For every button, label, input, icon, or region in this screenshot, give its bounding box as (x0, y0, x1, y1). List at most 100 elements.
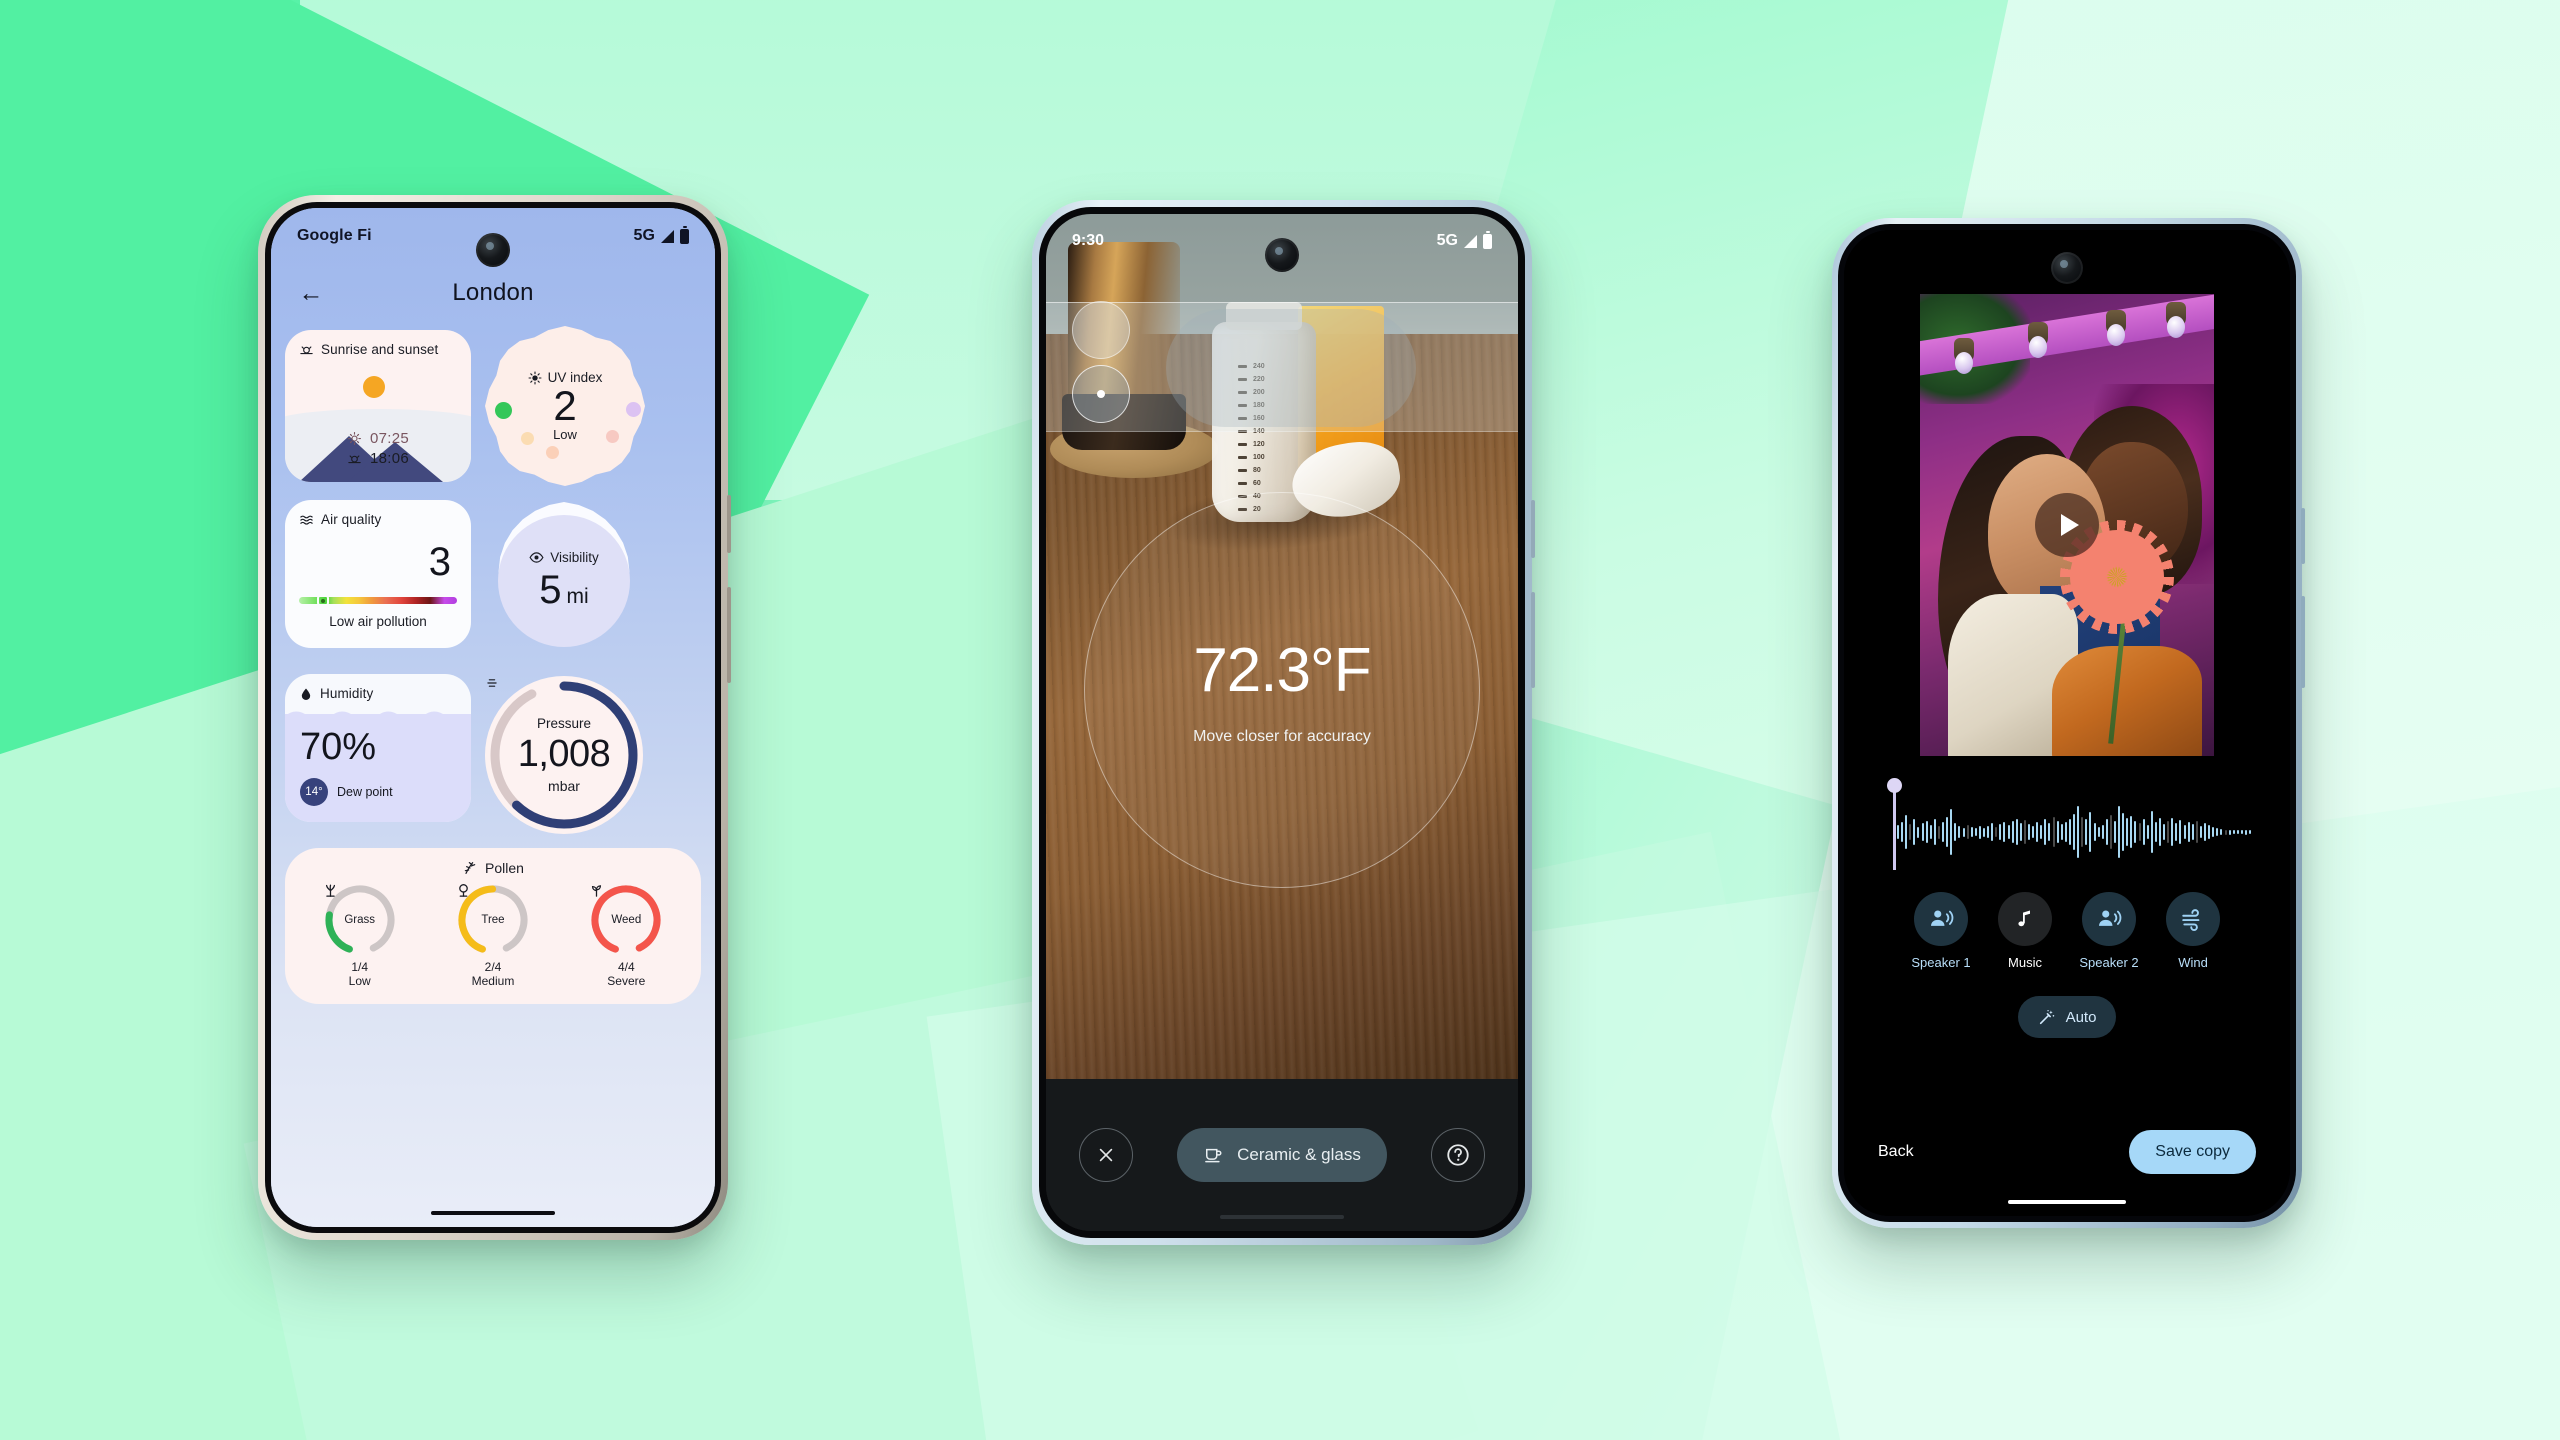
tool-label: Speaker 2 (2079, 955, 2139, 970)
card-uv-index[interactable]: UV index 2 Low (485, 326, 645, 486)
waveform-bar (1937, 825, 1940, 839)
card-sunrise-sunset[interactable]: Sunrise and sunset 07:25 18:06 (285, 330, 471, 482)
waveform-bar (1987, 826, 1990, 838)
waveform-bar (2036, 822, 2039, 842)
waveform-bar (1991, 823, 1994, 841)
waveform-bar (2060, 824, 2063, 840)
tool-wind[interactable]: Wind (2162, 892, 2224, 970)
audio-waveform[interactable] (1883, 778, 2252, 870)
waveform-bar (2195, 821, 2198, 843)
close-button[interactable] (1079, 1128, 1134, 1182)
pollen-item-weed[interactable]: Weed 4/4 Severe (562, 882, 691, 988)
uv-dot-orange (546, 446, 559, 459)
waveform-bar (2077, 806, 2080, 858)
pollen-name: Weed (611, 914, 642, 926)
audio-track-tools: Speaker 1 Music Speaker 2 Wind (1910, 892, 2224, 970)
card-pressure[interactable]: Pressure 1,008 mbar (485, 676, 643, 834)
arrow-left-icon[interactable]: ← (291, 273, 331, 313)
waveform-bar (2183, 825, 2186, 839)
preview-satin-wrap (2052, 646, 2202, 756)
waveform-bar (2085, 819, 2088, 845)
power-button[interactable] (727, 587, 731, 683)
pollen-level: Low (348, 974, 371, 988)
video-preview[interactable] (1920, 294, 2214, 756)
waveform-bar (2224, 829, 2227, 835)
tool-label: Speaker 1 (1911, 955, 1971, 970)
card-visibility[interactable]: Visibility 5 mi (485, 502, 643, 660)
waveform-bar (1962, 827, 1965, 837)
waveform-bar (2019, 823, 2022, 841)
network-label: 5G (1436, 232, 1458, 249)
power-button[interactable] (1531, 592, 1535, 688)
waveform-bar (2232, 830, 2235, 834)
waveform-bar (2142, 819, 2145, 845)
waveform-bar (2028, 824, 2030, 840)
help-circle-icon (1447, 1144, 1469, 1166)
auto-button[interactable]: Auto (2017, 996, 2117, 1038)
tool-music[interactable]: Music (1994, 892, 2056, 970)
mug-icon (1205, 1148, 1222, 1163)
help-button[interactable] (1430, 1128, 1485, 1182)
waveform-bar (2179, 820, 2182, 844)
waveform-bar (2208, 825, 2211, 839)
signal-icon (1464, 234, 1477, 248)
waveform-bar (1925, 821, 1928, 843)
waveform-bar (2105, 819, 2108, 845)
card-air-quality[interactable]: Air quality 3 Low air pollution (285, 500, 471, 648)
pollen-fraction: 2/4 (484, 960, 502, 974)
tool-speaker-1[interactable]: Speaker 1 (1910, 892, 1972, 970)
pressure-value: 1,008 (517, 733, 611, 775)
dew-point-value: 14° (300, 778, 328, 806)
pollen-item-tree[interactable]: Tree 2/4 Medium (428, 882, 557, 988)
droplet-icon (301, 687, 311, 700)
card-header: Humidity (285, 674, 471, 701)
temperature-reading: 72.3°F (1193, 635, 1371, 705)
sunset-icon (348, 455, 361, 464)
uv-dot-pink (606, 430, 619, 443)
card-humidity[interactable]: Humidity 70% 14° Dew point (285, 674, 471, 822)
waveform-bar (2044, 819, 2047, 845)
gesture-bar[interactable] (2008, 1200, 2126, 1204)
battery-icon (1483, 230, 1492, 249)
waveform-bar (2199, 826, 2202, 838)
waveform-bar (1917, 826, 1920, 838)
waveform-bar (2171, 818, 2174, 846)
battery-icon (680, 225, 689, 244)
waveform-bar (2130, 816, 2133, 848)
waveform-bar (2138, 823, 2141, 841)
playhead-handle[interactable] (1888, 778, 1901, 870)
card-header: Air quality (285, 500, 471, 527)
waveform-bar (2150, 811, 2153, 853)
uv-value: 2 (553, 382, 577, 429)
volume-button[interactable] (1531, 500, 1535, 558)
volume-button[interactable] (2301, 508, 2305, 564)
waveform-bar (2097, 827, 2100, 837)
save-copy-button[interactable]: Save copy (2129, 1130, 2256, 1174)
waveform-bar (1942, 822, 1945, 842)
waveform-bar (1933, 819, 1936, 845)
waveform-bar (1946, 817, 1949, 847)
gesture-bar[interactable] (1220, 1215, 1344, 1219)
power-button[interactable] (2301, 596, 2305, 688)
pollen-item-grass[interactable]: Grass 1/4 Low (295, 882, 424, 988)
waveform-bar (1897, 825, 1899, 839)
waveform-bar (2064, 822, 2067, 842)
material-selector-button[interactable]: Ceramic & glass (1177, 1128, 1387, 1182)
card-pollen[interactable]: Pollen Grass 1/4 Low Tree 2/4 Medium Wee… (285, 848, 701, 1004)
play-button[interactable] (2035, 493, 2099, 557)
back-button[interactable]: Back (1878, 1143, 1914, 1161)
magic-wand-icon (2039, 1010, 2054, 1025)
close-icon (1099, 1148, 1113, 1162)
gesture-bar[interactable] (431, 1211, 555, 1215)
sunset-time: 18:06 (369, 450, 410, 467)
phone-audio-editor-screen: Speaker 1 Music Speaker 2 Wind Auto Back… (1844, 230, 2290, 1216)
tool-speaker-2[interactable]: Speaker 2 (2078, 892, 2140, 970)
sun-icon (528, 370, 542, 385)
waveform-bar (2048, 823, 2051, 841)
visibility-value: 5 (539, 567, 562, 612)
waveform-bar (1958, 826, 1961, 838)
waveform-bar (2244, 829, 2247, 835)
waveform-bar (2101, 825, 2104, 839)
camera-viewfinder[interactable]: 240 220 200 180 160 140 120 100 80 60 40 20 72.3… (1046, 214, 1518, 1079)
volume-button[interactable] (727, 495, 731, 553)
